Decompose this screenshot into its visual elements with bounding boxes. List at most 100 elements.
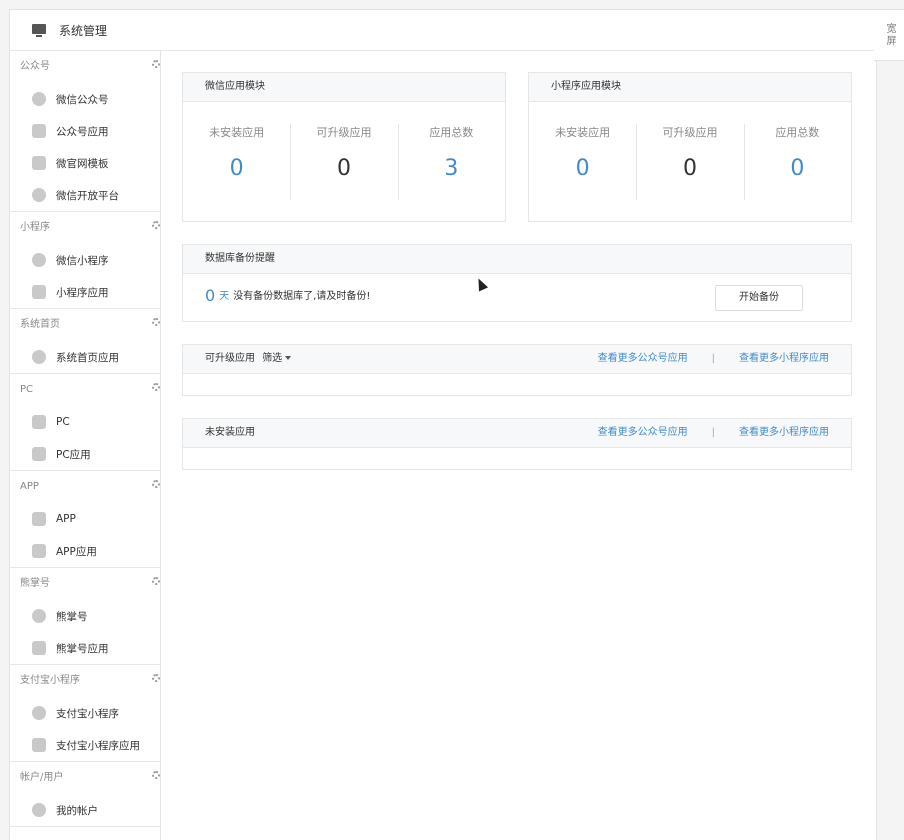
miniprogram-module-title: 小程序应用模块 bbox=[529, 73, 851, 102]
gear-icon[interactable] bbox=[152, 674, 160, 682]
sidebar-item[interactable]: 熊掌号 bbox=[10, 600, 160, 632]
sidebar-item[interactable]: 微信公众号 bbox=[10, 83, 160, 115]
sidebar-item[interactable]: 我的帐户 bbox=[10, 794, 160, 826]
stat-value[interactable]: 3 bbox=[398, 156, 505, 181]
stat-total: 应用总数 0 bbox=[743, 102, 851, 200]
backup-message: 0 天没有备份数据库了,请及时备份! bbox=[205, 286, 370, 305]
view-more-mini-link[interactable]: 查看更多小程序应用 bbox=[739, 427, 829, 438]
sidebar-item[interactable]: APP bbox=[10, 503, 160, 535]
sidebar-group-title: 小程序 bbox=[10, 212, 160, 244]
sidebar-item-label: 熊掌号 bbox=[56, 610, 88, 623]
gear-icon[interactable] bbox=[152, 221, 160, 229]
sidebar-item-label: 系统首页应用 bbox=[56, 351, 119, 364]
stat-value: 0 bbox=[682, 156, 697, 181]
sidebar-group: APP APP APP应用 bbox=[10, 471, 160, 568]
sidebar-item[interactable]: APP应用 bbox=[10, 535, 160, 567]
stat-total: 应用总数 3 bbox=[397, 102, 505, 200]
backup-title: 数据库备份提醒 bbox=[183, 245, 851, 274]
gear-icon[interactable] bbox=[152, 60, 160, 68]
sidebar-item[interactable]: 小程序应用 bbox=[10, 276, 160, 308]
bag-icon bbox=[32, 641, 46, 655]
paw-icon bbox=[32, 609, 46, 623]
upgradable-links: 查看更多公众号应用 | 查看更多小程序应用 bbox=[598, 345, 829, 373]
stat-uninstalled: 未安装应用 0 bbox=[529, 102, 636, 194]
stat-upgradable: 可升级应用 0 bbox=[636, 102, 743, 200]
sidebar-item-label: PC bbox=[56, 416, 70, 428]
backup-days: 0 bbox=[205, 286, 216, 305]
wechat-icon bbox=[32, 92, 46, 106]
backup-panel: 数据库备份提醒 0 天没有备份数据库了,请及时备份! 开始备份 bbox=[182, 244, 852, 322]
sidebar-group-title: 熊掌号 bbox=[10, 568, 160, 600]
gear-icon[interactable] bbox=[152, 771, 160, 779]
template-icon bbox=[32, 156, 46, 170]
sidebar-group: 支付宝小程序 支付宝小程序 支付宝小程序应用 bbox=[10, 665, 160, 762]
gear-icon[interactable] bbox=[152, 383, 160, 391]
stat-value[interactable]: 0 bbox=[529, 156, 636, 181]
gear-icon[interactable] bbox=[152, 577, 160, 585]
gear-icon[interactable] bbox=[152, 480, 160, 488]
sidebar-group-title: 帐户/用户 bbox=[10, 762, 160, 794]
wechat-module-panel: 微信应用模块 未安装应用 0 可升级应用 0 应用总数 3 bbox=[182, 72, 506, 222]
sidebar-item[interactable]: 熊掌号应用 bbox=[10, 632, 160, 664]
sidebar-item[interactable]: PC应用 bbox=[10, 438, 160, 470]
upgradable-header: 可升级应用 筛选 查看更多公众号应用 | 查看更多小程序应用 bbox=[183, 345, 851, 374]
gear-icon[interactable] bbox=[152, 318, 160, 326]
wechat-module-title: 微信应用模块 bbox=[183, 73, 505, 102]
link-separator: | bbox=[711, 427, 715, 438]
caret-down-icon bbox=[285, 356, 292, 360]
sidebar-item[interactable]: 公众号应用 bbox=[10, 115, 160, 147]
sidebar-group: 系统首页 系统首页应用 bbox=[10, 309, 160, 374]
sidebar-item[interactable]: 微信开放平台 bbox=[10, 179, 160, 211]
sidebar: 公众号 微信公众号 公众号应用 微官网模板 微信开放平台 小程序 微信小程序 小程序应用 系统首… bbox=[10, 51, 161, 840]
view-more-official-link[interactable]: 查看更多公众号应用 bbox=[598, 427, 688, 438]
sidebar-item[interactable]: 系统首页应用 bbox=[10, 341, 160, 373]
stat-value[interactable]: 0 bbox=[183, 156, 290, 181]
sidebar-group-title: PC bbox=[10, 374, 160, 406]
wide-screen-toggle[interactable]: 宽屏 bbox=[874, 9, 904, 61]
sidebar-group-title: 公众号 bbox=[10, 51, 160, 83]
stat-value: 0 bbox=[336, 156, 351, 181]
sidebar-item-label: 公众号应用 bbox=[56, 125, 109, 138]
bag-icon bbox=[32, 124, 46, 138]
miniprogram-module-panel: 小程序应用模块 未安装应用 0 可升级应用 0 应用总数 0 bbox=[528, 72, 852, 222]
bag-icon bbox=[32, 544, 46, 558]
sidebar-item-label: 熊掌号应用 bbox=[56, 642, 109, 655]
miniprogram-icon bbox=[32, 350, 46, 364]
top-bar: 系统管理 bbox=[10, 10, 876, 51]
sidebar-item[interactable]: 微信小程序 bbox=[10, 244, 160, 276]
sidebar-group: 公众号 微信公众号公众号应用微官网模板微信开放平台 bbox=[10, 51, 160, 212]
sidebar-item-label: 我的帐户 bbox=[56, 804, 98, 817]
sidebar-group: 熊掌号 熊掌号 熊掌号应用 bbox=[10, 568, 160, 665]
bag-icon bbox=[32, 285, 46, 299]
sidebar-item-label: PC应用 bbox=[56, 448, 91, 461]
stat-value[interactable]: 0 bbox=[744, 156, 851, 181]
bag-icon bbox=[32, 447, 46, 461]
sidebar-item-label: 微信小程序 bbox=[56, 254, 109, 267]
miniprogram-icon bbox=[32, 253, 46, 267]
pc-icon bbox=[32, 415, 46, 429]
backup-unit: 天 bbox=[219, 291, 230, 302]
view-more-mini-link[interactable]: 查看更多小程序应用 bbox=[739, 353, 829, 364]
start-backup-button[interactable]: 开始备份 bbox=[715, 285, 803, 311]
backup-text: 没有备份数据库了,请及时备份! bbox=[233, 291, 371, 302]
monitor-icon bbox=[32, 24, 46, 37]
uninstalled-links: 查看更多公众号应用 | 查看更多小程序应用 bbox=[598, 419, 829, 447]
user-icon bbox=[32, 803, 46, 817]
link-separator: | bbox=[711, 353, 715, 364]
sidebar-item[interactable]: 支付宝小程序 bbox=[10, 697, 160, 729]
sidebar-item[interactable]: PC bbox=[10, 406, 160, 438]
sidebar-group: 小程序微信小程序小程序应用 bbox=[10, 212, 160, 309]
view-more-official-link[interactable]: 查看更多公众号应用 bbox=[598, 353, 688, 364]
sidebar-group: PC PC PC应用 bbox=[10, 374, 160, 471]
filter-dropdown[interactable]: 筛选 bbox=[262, 353, 292, 364]
stat-upgradable: 可升级应用 0 bbox=[290, 102, 397, 200]
sidebar-item[interactable]: 微官网模板 bbox=[10, 147, 160, 179]
sidebar-item[interactable]: 支付宝小程序应用 bbox=[10, 729, 160, 761]
admin-window: 系统管理 公众号 微信公众号 公众号应用 微官网模板 微信开放平台 小程序 微信小程序 小程序… bbox=[9, 9, 877, 840]
sidebar-group: 帐户/用户我的帐户 bbox=[10, 762, 160, 827]
uninstalled-panel: 未安装应用 查看更多公众号应用 | 查看更多小程序应用 bbox=[182, 418, 852, 470]
alipay-icon bbox=[32, 706, 46, 720]
sidebar-item-label: 微信开放平台 bbox=[56, 189, 119, 202]
upgradable-title: 可升级应用 bbox=[205, 353, 255, 364]
uninstalled-title: 未安装应用 bbox=[205, 427, 255, 438]
